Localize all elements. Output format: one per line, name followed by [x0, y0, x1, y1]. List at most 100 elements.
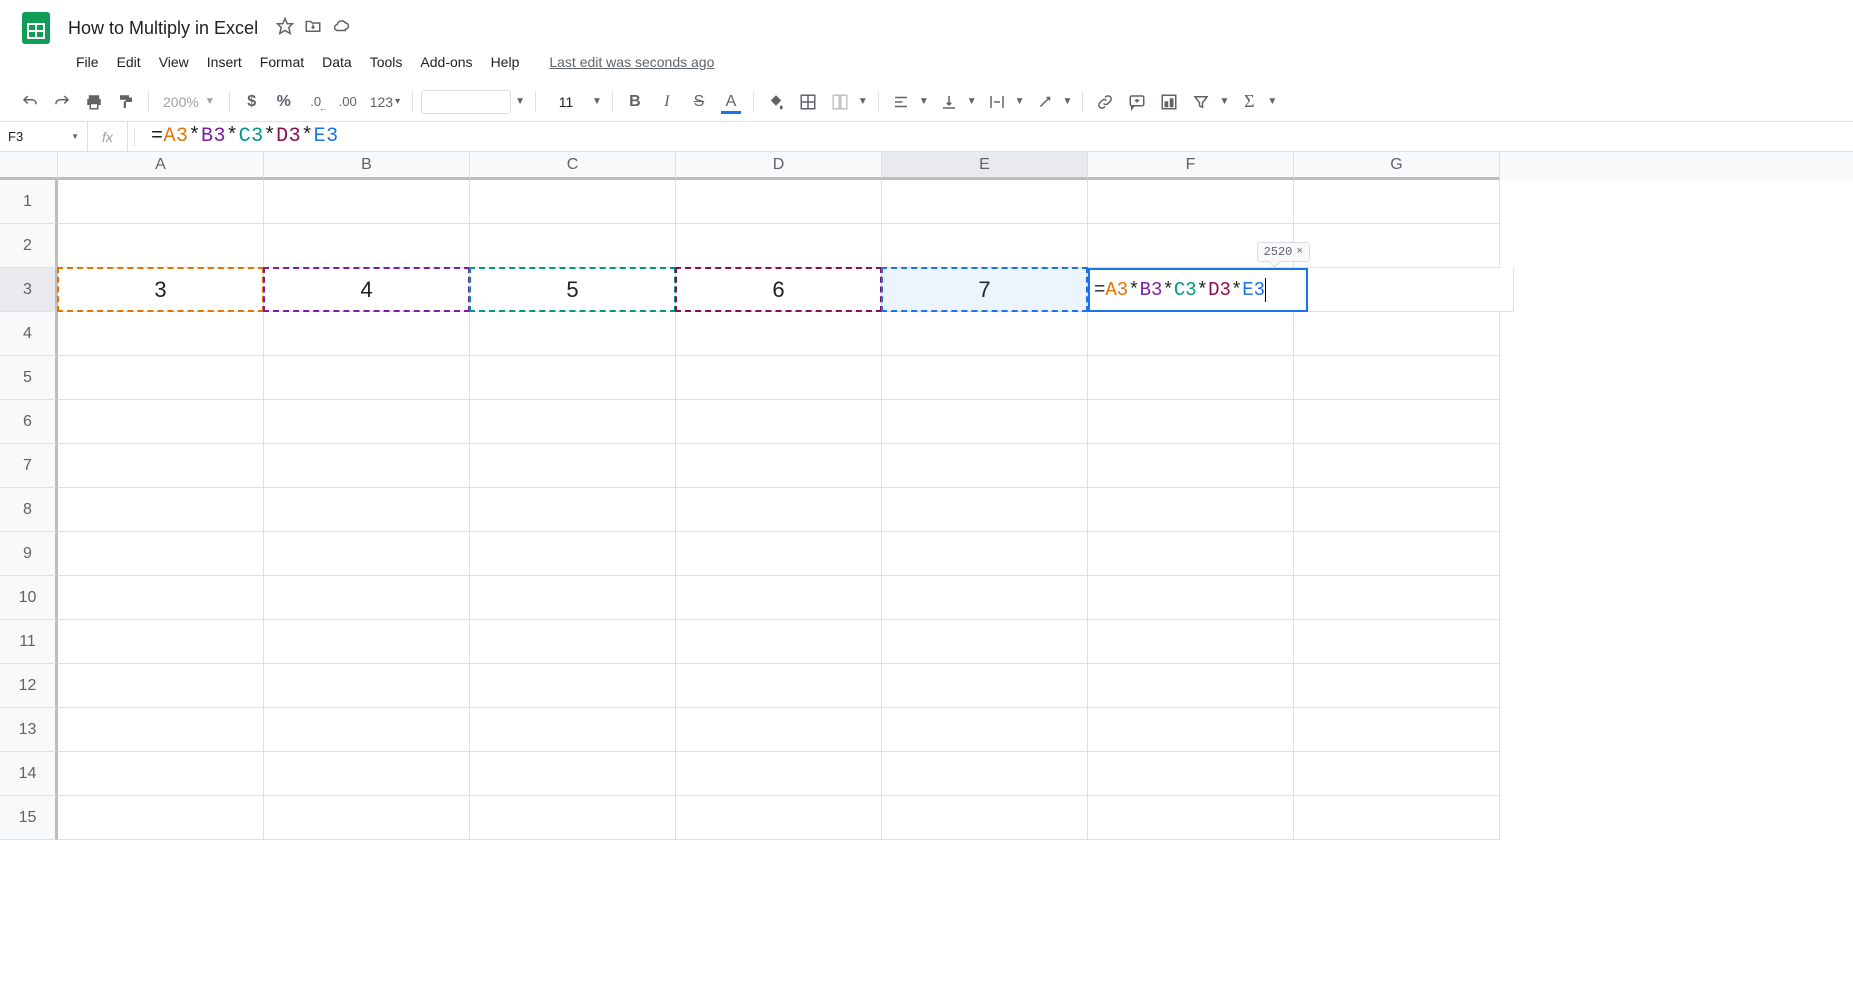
cell-G5[interactable]	[1294, 356, 1500, 400]
cell-A9[interactable]	[58, 532, 264, 576]
cell-C12[interactable]	[470, 664, 676, 708]
font-select[interactable]	[421, 90, 511, 114]
chevron-down-icon[interactable]: ▼	[1265, 96, 1279, 107]
row-header[interactable]: 9	[0, 532, 58, 576]
bold-icon[interactable]: B	[621, 88, 649, 116]
cell-A11[interactable]	[58, 620, 264, 664]
col-header-d[interactable]: D	[676, 152, 882, 180]
cell-F5[interactable]	[1088, 356, 1294, 400]
chart-icon[interactable]	[1155, 88, 1183, 116]
cell-C13[interactable]	[470, 708, 676, 752]
cell-F9[interactable]	[1088, 532, 1294, 576]
star-icon[interactable]	[276, 17, 294, 40]
menu-file[interactable]: File	[68, 50, 107, 74]
cell-B7[interactable]	[264, 444, 470, 488]
cell-F3[interactable]: 2520×=A3*B3*C3*D3*E3	[1088, 268, 1308, 312]
cell-D12[interactable]	[676, 664, 882, 708]
fill-color-icon[interactable]	[762, 88, 790, 116]
cell-E3[interactable]: 7	[882, 268, 1088, 312]
cell-B8[interactable]	[264, 488, 470, 532]
merge-cells-icon[interactable]	[826, 88, 854, 116]
comment-icon[interactable]	[1123, 88, 1151, 116]
cell-G4[interactable]	[1294, 312, 1500, 356]
cell-G1[interactable]	[1294, 180, 1500, 224]
cell-A4[interactable]	[58, 312, 264, 356]
cell-C14[interactable]	[470, 752, 676, 796]
cell-E9[interactable]	[882, 532, 1088, 576]
row-header[interactable]: 14	[0, 752, 58, 796]
paint-format-icon[interactable]	[112, 88, 140, 116]
cell-A7[interactable]	[58, 444, 264, 488]
cell-C6[interactable]	[470, 400, 676, 444]
row-header[interactable]: 3	[0, 268, 58, 312]
cell-F12[interactable]	[1088, 664, 1294, 708]
cell-G3[interactable]	[1308, 268, 1514, 312]
cell-G8[interactable]	[1294, 488, 1500, 532]
cell-D9[interactable]	[676, 532, 882, 576]
cell-A1[interactable]	[58, 180, 264, 224]
menu-help[interactable]: Help	[483, 50, 528, 74]
cell-B11[interactable]	[264, 620, 470, 664]
col-header-g[interactable]: G	[1294, 152, 1500, 180]
currency-icon[interactable]: $	[238, 88, 266, 116]
cell-B15[interactable]	[264, 796, 470, 840]
percent-icon[interactable]: %	[270, 88, 298, 116]
cell-B9[interactable]	[264, 532, 470, 576]
borders-icon[interactable]	[794, 88, 822, 116]
cell-G11[interactable]	[1294, 620, 1500, 664]
menu-data[interactable]: Data	[314, 50, 360, 74]
cell-C10[interactable]	[470, 576, 676, 620]
cell-C11[interactable]	[470, 620, 676, 664]
cell-B5[interactable]	[264, 356, 470, 400]
row-header[interactable]: 11	[0, 620, 58, 664]
cell-D10[interactable]	[676, 576, 882, 620]
cell-A6[interactable]	[58, 400, 264, 444]
cell-G15[interactable]	[1294, 796, 1500, 840]
chevron-down-icon[interactable]: ▼	[1217, 96, 1231, 107]
cell-D13[interactable]	[676, 708, 882, 752]
cell-C4[interactable]	[470, 312, 676, 356]
cell-F11[interactable]	[1088, 620, 1294, 664]
select-all-corner[interactable]	[0, 152, 58, 180]
undo-icon[interactable]	[16, 88, 44, 116]
formula-input[interactable]: =A3*B3*C3*D3*E3	[141, 125, 1853, 148]
menu-format[interactable]: Format	[252, 50, 312, 74]
sheets-logo[interactable]	[16, 8, 56, 48]
menu-view[interactable]: View	[151, 50, 197, 74]
cell-A15[interactable]	[58, 796, 264, 840]
menu-addons[interactable]: Add-ons	[412, 50, 480, 74]
chevron-down-icon[interactable]: ▼	[1061, 96, 1075, 107]
text-wrap-icon[interactable]	[983, 88, 1011, 116]
cell-B13[interactable]	[264, 708, 470, 752]
cell-C15[interactable]	[470, 796, 676, 840]
col-header-b[interactable]: B	[264, 152, 470, 180]
cell-A13[interactable]	[58, 708, 264, 752]
cell-B4[interactable]	[264, 312, 470, 356]
move-icon[interactable]	[304, 17, 322, 40]
cell-A14[interactable]	[58, 752, 264, 796]
italic-icon[interactable]: I	[653, 88, 681, 116]
row-header[interactable]: 4	[0, 312, 58, 356]
col-header-f[interactable]: F	[1088, 152, 1294, 180]
cell-D4[interactable]	[676, 312, 882, 356]
cell-F4[interactable]	[1088, 312, 1294, 356]
decrease-decimal-icon[interactable]: .0←	[302, 88, 330, 116]
cell-D6[interactable]	[676, 400, 882, 444]
cell-A10[interactable]	[58, 576, 264, 620]
cell-E15[interactable]	[882, 796, 1088, 840]
chevron-down-icon[interactable]: ▼	[1013, 96, 1027, 107]
cell-E12[interactable]	[882, 664, 1088, 708]
link-icon[interactable]	[1091, 88, 1119, 116]
cell-F8[interactable]	[1088, 488, 1294, 532]
cell-G2[interactable]	[1294, 224, 1500, 268]
cell-D7[interactable]	[676, 444, 882, 488]
cell-B12[interactable]	[264, 664, 470, 708]
print-icon[interactable]	[80, 88, 108, 116]
cell-D5[interactable]	[676, 356, 882, 400]
cell-E2[interactable]	[882, 224, 1088, 268]
cell-C5[interactable]	[470, 356, 676, 400]
cell-G13[interactable]	[1294, 708, 1500, 752]
cell-F15[interactable]	[1088, 796, 1294, 840]
cell-G14[interactable]	[1294, 752, 1500, 796]
cell-G10[interactable]	[1294, 576, 1500, 620]
